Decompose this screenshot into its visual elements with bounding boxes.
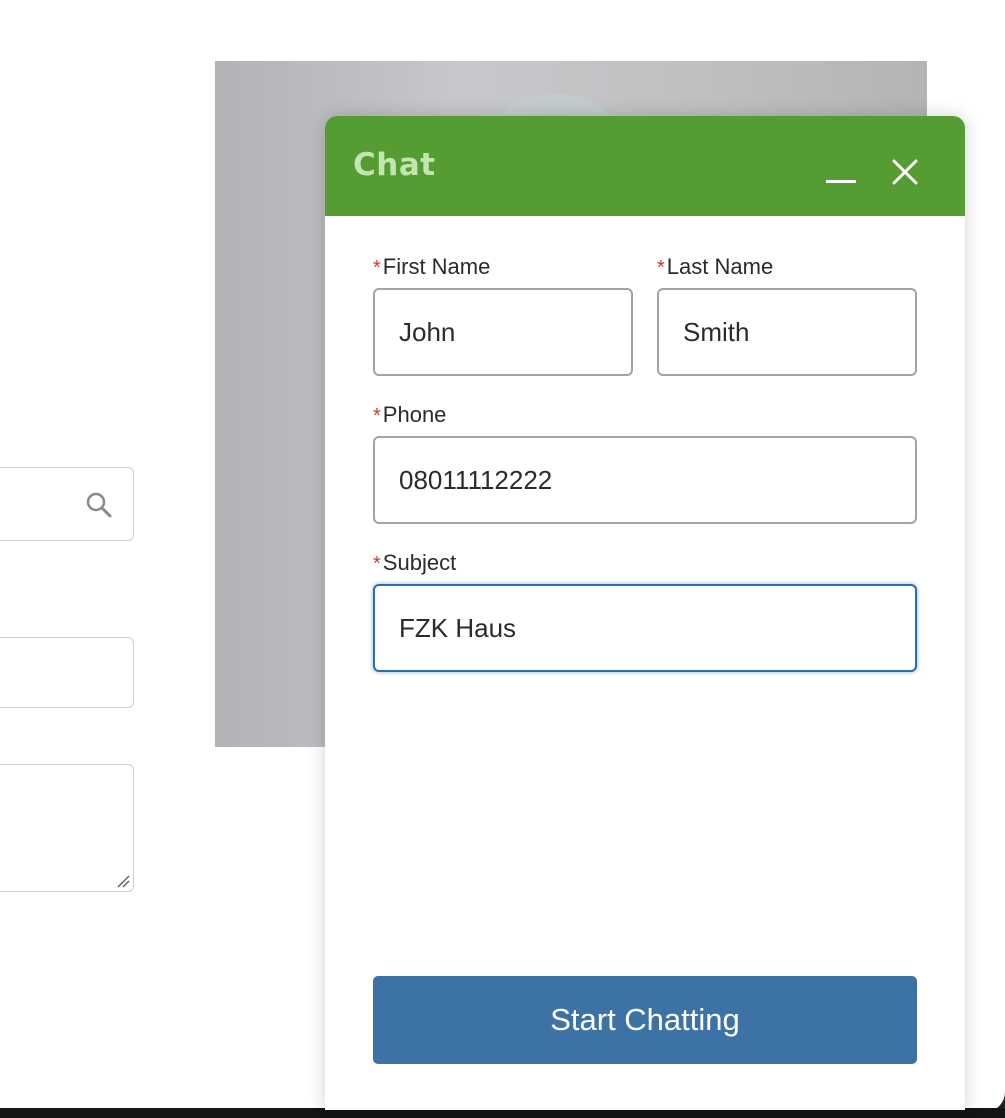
subject-label: *Subject [373,550,457,575]
background-search-input[interactable] [0,467,134,541]
chat-header: Chat [325,116,965,216]
start-chatting-button[interactable]: Start Chatting [373,976,917,1064]
required-marker: * [373,257,381,279]
phone-input[interactable] [373,436,917,524]
resize-handle-icon[interactable] [116,874,130,888]
close-icon [892,159,918,185]
required-marker: * [657,257,665,279]
background-text-input[interactable] [0,637,134,708]
last-name-label: *Last Name [657,254,774,279]
subject-input[interactable] [373,584,917,672]
background-textarea[interactable] [0,764,134,892]
chat-widget: Chat *First Name *Last Name *Phone *Subj… [325,116,965,1110]
last-name-input[interactable] [657,288,917,376]
phone-label: *Phone [373,402,447,427]
first-name-label: *First Name [373,254,491,279]
required-marker: * [373,405,381,427]
close-button[interactable] [887,154,923,190]
minimize-icon [826,180,856,183]
minimize-button[interactable] [820,158,860,198]
first-name-input[interactable] [373,288,633,376]
chat-title: Chat [353,147,436,183]
required-marker: * [373,553,381,575]
search-icon[interactable] [85,491,113,519]
